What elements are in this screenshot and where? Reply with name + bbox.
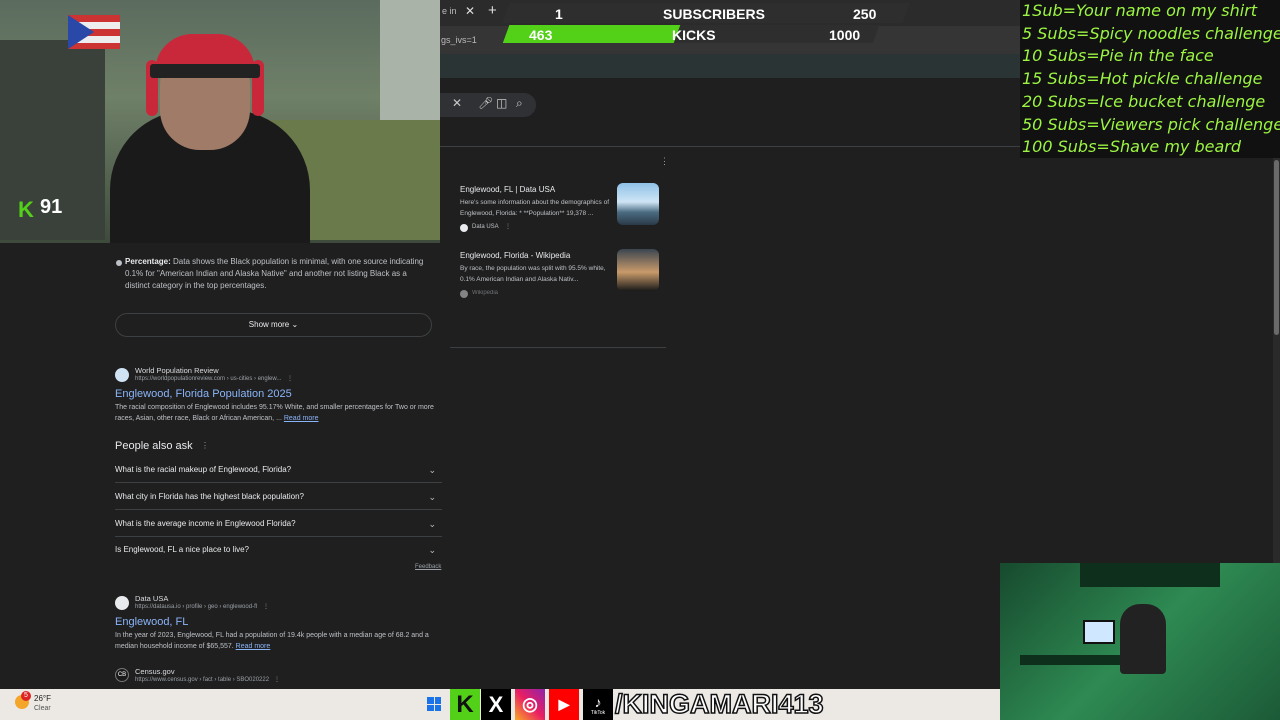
tab-title[interactable]: e in <box>442 6 457 16</box>
chevron-down-icon: ⌄ <box>428 465 436 475</box>
paa-question[interactable]: What is the racial makeup of Englewood, … <box>115 457 442 483</box>
result-url[interactable]: https://www.census.gov › fact › table › … <box>135 677 269 683</box>
challenge-item: 20 Subs=Ice bucket challenge <box>1022 91 1266 111</box>
instagram-icon: ◎ <box>515 689 545 720</box>
result-site-name[interactable]: Census.gov <box>135 667 175 676</box>
feedback-link[interactable]: Feedback <box>415 564 441 570</box>
cap-visor <box>150 64 260 78</box>
kick-logo-icon: K <box>18 197 34 222</box>
new-tab-icon[interactable]: + <box>488 2 497 19</box>
result-url[interactable]: https://datausa.io › profile › geo › eng… <box>135 604 257 610</box>
chevron-down-icon: ⌄ <box>291 320 299 329</box>
search-icon[interactable]: ⌕ <box>516 96 523 111</box>
youtube-icon: ▶ <box>549 689 579 720</box>
show-more-label: Show more <box>248 320 290 329</box>
paa-heading: People also ask <box>115 440 193 452</box>
side-card-snippet: Here's some information about the demogr… <box>460 199 610 217</box>
result-snippet: In the year of 2023, Englewood, FL had a… <box>115 630 442 652</box>
subscribers-goal: 250 <box>853 6 877 22</box>
read-more-link[interactable]: Read more <box>236 643 271 650</box>
challenge-item: 5 Subs=Spicy noodles challenge <box>1022 23 1280 43</box>
webcam-curtain <box>380 0 440 140</box>
paa-question-text: What is the average income in Englewood … <box>115 519 296 528</box>
side-card-title[interactable]: Englewood, FL | Data USA <box>460 185 555 194</box>
challenge-item: 10 Subs=Pie in the face <box>1022 46 1214 66</box>
room-shelf <box>1080 563 1220 587</box>
weather-condition[interactable]: Clear <box>34 705 51 712</box>
kick-follower-count: 91 <box>40 196 63 218</box>
challenge-list-panel: 1Sub=Your name on my shirt 5 Subs=Spicy … <box>1020 0 1280 158</box>
more-options-icon[interactable]: ⋮ <box>274 676 280 683</box>
subscribers-label: SUBSCRIBERS <box>663 6 765 22</box>
snippet-text: The racial composition of Englewood incl… <box>115 404 434 422</box>
challenge-item: 15 Subs=Hot pickle challenge <box>1022 69 1263 89</box>
result-url[interactable]: https://worldpopulationreview.com › us-c… <box>135 376 281 382</box>
more-options-icon[interactable]: ⋮ <box>660 156 669 167</box>
result-site-name[interactable]: Data USA <box>135 594 168 603</box>
result-title-link[interactable]: Englewood, FL <box>115 616 188 628</box>
room-person <box>1120 604 1166 674</box>
chevron-down-icon: ⌄ <box>428 492 436 502</box>
side-card-snippet: By race, the population was split with 9… <box>460 265 606 283</box>
side-card-source: Data USA <box>472 224 499 230</box>
site-favicon <box>115 596 129 610</box>
ai-overview-bullet: Percentage: Data shows the Black populat… <box>125 256 430 292</box>
paa-question-text: What is the racial makeup of Englewood, … <box>115 465 292 474</box>
flag-triangle <box>68 15 94 49</box>
site-favicon <box>115 368 129 382</box>
paa-question-text: What city in Florida has the highest bla… <box>115 492 304 501</box>
bullet-label: Percentage: <box>125 257 171 266</box>
chevron-down-icon: ⌄ <box>428 519 436 529</box>
streamer-handle: /KINGAMARI413 <box>614 688 824 720</box>
result-snippet: The racial composition of Englewood incl… <box>115 402 442 424</box>
kicks-goal: 1000 <box>829 27 861 43</box>
paa-question[interactable]: Is Englewood, FL a nice place to live? ⌄ <box>115 537 442 563</box>
room-monitor <box>1083 620 1115 644</box>
tab-close-icon[interactable]: ✕ <box>465 4 475 18</box>
notification-badge: 5 <box>21 691 31 701</box>
more-options-icon[interactable]: ⋮ <box>263 603 269 610</box>
kick-icon: K <box>450 689 480 720</box>
snippet-text: In the year of 2023, Englewood, FL had a… <box>115 632 429 650</box>
scrollbar-thumb[interactable] <box>1274 160 1279 335</box>
section-divider <box>450 347 666 348</box>
x-icon: X <box>481 689 511 720</box>
source-favicon <box>460 290 468 298</box>
read-more-link[interactable]: Read more <box>284 415 319 422</box>
kicks-current: 463 <box>529 27 553 43</box>
side-card-title[interactable]: Englewood, Florida - Wikipedia <box>460 251 570 260</box>
chevron-down-icon: ⌄ <box>428 545 436 555</box>
kicks-label: KICKS <box>672 27 716 43</box>
bullet-dot <box>116 260 122 266</box>
paa-question[interactable]: What city in Florida has the highest bla… <box>115 484 442 510</box>
tiktok-icon: ♪ TikTok <box>583 689 613 720</box>
url-text[interactable]: gs_ivs=1 <box>441 35 477 45</box>
clear-icon[interactable]: ✕ <box>452 96 462 110</box>
challenge-item: 100 Subs=Shave my beard <box>1022 137 1241 157</box>
challenge-item: 1Sub=Your name on my shirt <box>1022 1 1258 20</box>
more-options-icon[interactable]: ⋮ <box>287 375 293 382</box>
site-favicon: CB <box>115 668 129 682</box>
city-skyline-thumbnail[interactable] <box>617 183 659 225</box>
result-title-link[interactable]: Englewood, Florida Population 2025 <box>115 388 292 400</box>
paa-question[interactable]: What is the average income in Englewood … <box>115 511 442 537</box>
paa-question-text: Is Englewood, FL a nice place to live? <box>115 545 250 554</box>
subscribers-current: 1 <box>555 6 563 22</box>
windows-start-icon[interactable] <box>427 697 441 711</box>
show-more-button[interactable]: Show more ⌄ <box>115 313 432 337</box>
challenge-item: 50 Subs=Viewers pick challenge <box>1022 114 1280 134</box>
more-options-icon[interactable]: ⋮ <box>505 223 511 230</box>
source-favicon <box>460 224 468 232</box>
lens-icon[interactable]: ◫ <box>496 96 507 110</box>
paa-more-icon[interactable]: ⋮ <box>201 441 209 450</box>
sunset-palm-thumbnail[interactable] <box>617 249 659 291</box>
result-site-name[interactable]: World Population Review <box>135 366 219 375</box>
mic-icon[interactable]: 🎤︎ <box>478 96 493 110</box>
side-card-source: Wikipedia <box>472 290 499 296</box>
tiktok-label: TikTok <box>590 709 606 716</box>
weather-temperature[interactable]: 26°F <box>34 694 51 703</box>
